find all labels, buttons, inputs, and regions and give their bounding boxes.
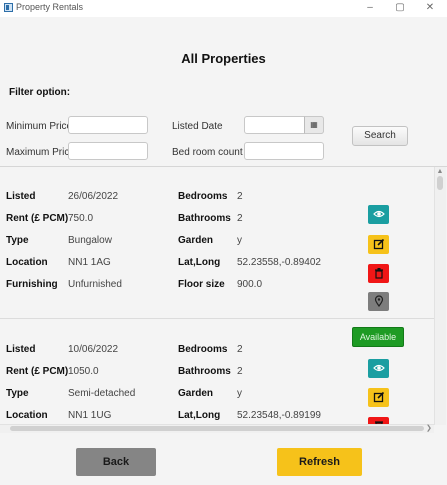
bedroom-count-label: Bed room count xyxy=(172,147,243,158)
label-bathrooms: Bathrooms xyxy=(178,213,231,224)
label-garden: Garden xyxy=(178,235,214,246)
label-latlong: Lat,Long xyxy=(178,410,221,421)
edit-button[interactable] xyxy=(368,235,389,254)
search-button[interactable]: Search xyxy=(352,126,408,146)
map-pin-icon xyxy=(374,295,383,307)
label-location: Location xyxy=(6,410,48,421)
label-latlong: Lat,Long xyxy=(178,257,221,268)
edit-icon xyxy=(373,391,384,403)
label-type: Type xyxy=(6,388,29,399)
value-bedrooms: 2 xyxy=(237,191,243,202)
view-button[interactable] xyxy=(368,205,389,224)
label-listed: Listed xyxy=(6,191,36,202)
refresh-button[interactable]: Refresh xyxy=(277,448,362,476)
min-price-label: Minimum Price xyxy=(6,121,73,132)
value-bathrooms: 2 xyxy=(237,366,243,377)
vertical-scroll-thumb[interactable] xyxy=(437,176,443,190)
close-button[interactable]: ✕ xyxy=(420,1,440,15)
value-bathrooms: 2 xyxy=(237,213,243,224)
value-listed: 10/06/2022 xyxy=(68,344,119,355)
minimize-button[interactable]: – xyxy=(360,1,380,15)
max-price-input[interactable] xyxy=(68,142,148,160)
value-type: Bungalow xyxy=(68,235,112,246)
value-floor-size: 900.0 xyxy=(237,279,263,290)
label-garden: Garden xyxy=(178,388,214,399)
vertical-scrollbar[interactable] xyxy=(434,167,446,425)
view-button[interactable] xyxy=(368,359,389,378)
map-button[interactable] xyxy=(368,292,389,311)
value-listed: 26/06/2022 xyxy=(68,191,119,202)
label-bathrooms: Bathrooms xyxy=(178,366,231,377)
value-rent: 750.0 xyxy=(68,213,94,224)
trash-icon xyxy=(374,268,383,279)
max-price-label: Maximum Price xyxy=(6,147,75,158)
value-latlong: 52.23548,-0.89199 xyxy=(237,410,321,421)
bedroom-count-input[interactable] xyxy=(244,142,324,160)
value-latlong: 52.23558,-0.89402 xyxy=(237,257,321,268)
filter-label: Filter option: xyxy=(9,87,71,98)
value-garden: y xyxy=(237,388,242,399)
calendar-icon[interactable]: ▦ xyxy=(304,116,324,134)
value-rent: 1050.0 xyxy=(68,366,99,377)
back-button[interactable]: Back xyxy=(76,448,156,476)
label-furnishing: Furnishing xyxy=(6,279,58,290)
value-bedrooms: 2 xyxy=(237,344,243,355)
edit-button[interactable] xyxy=(368,388,389,407)
value-garden: y xyxy=(237,235,242,246)
app-icon xyxy=(4,3,13,12)
page-title: All Properties xyxy=(181,51,266,66)
eye-icon xyxy=(372,210,385,218)
scroll-right-arrow[interactable]: ❯ xyxy=(426,425,434,433)
label-listed: Listed xyxy=(6,344,36,355)
window-title: Property Rentals xyxy=(16,2,84,12)
listed-date-label: Listed Date xyxy=(172,121,223,132)
label-rent: Rent (£ PCM) xyxy=(6,213,69,224)
value-location: NN1 1UG xyxy=(68,410,112,421)
value-location: NN1 1AG xyxy=(68,257,111,268)
delete-button[interactable] xyxy=(368,417,389,424)
label-rent: Rent (£ PCM) xyxy=(6,366,69,377)
eye-icon xyxy=(372,364,385,372)
label-location: Location xyxy=(6,257,48,268)
delete-button[interactable] xyxy=(368,264,389,283)
availability-badge: Available xyxy=(352,327,404,347)
maximize-button[interactable]: ▢ xyxy=(390,1,410,15)
horizontal-scroll-thumb[interactable] xyxy=(10,426,424,431)
edit-icon xyxy=(373,238,384,250)
value-furnishing: Unfurnished xyxy=(68,279,122,290)
card-divider xyxy=(0,318,434,319)
label-floor-size: Floor size xyxy=(178,279,225,290)
label-bedrooms: Bedrooms xyxy=(178,344,228,355)
value-type: Semi-detached xyxy=(68,388,136,399)
label-type: Type xyxy=(6,235,29,246)
label-bedrooms: Bedrooms xyxy=(178,191,228,202)
min-price-input[interactable] xyxy=(68,116,148,134)
